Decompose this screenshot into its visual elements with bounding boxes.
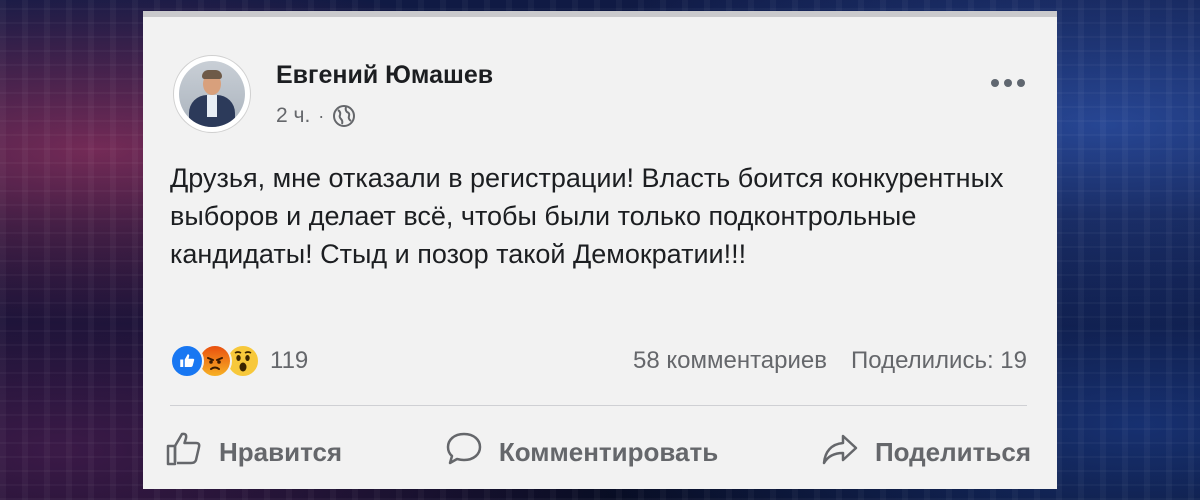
comment-count[interactable]: 58 комментариев [633, 347, 827, 375]
share-button-label: Поделиться [874, 436, 1031, 467]
post-meta: 2 ч. · [276, 104, 356, 128]
comment-bubble-icon [443, 428, 485, 477]
thumbs-up-icon [163, 428, 205, 477]
post-timestamp[interactable]: 2 ч. [276, 104, 310, 128]
comment-button[interactable]: Комментировать [443, 428, 718, 477]
meta-separator: · [318, 105, 325, 126]
more-options-icon[interactable] [991, 77, 1029, 89]
divider [170, 405, 1027, 406]
like-button-label: Нравится [219, 436, 343, 467]
globe-icon [332, 104, 356, 128]
share-arrow-icon [819, 428, 861, 477]
reactions-summary[interactable]: 119 [170, 343, 308, 379]
avatar[interactable] [173, 55, 251, 133]
engagement-stats: 58 комментариев Поделились: 19 [633, 347, 1027, 375]
like-icon [170, 344, 204, 378]
share-button[interactable]: Поделиться [819, 428, 1031, 477]
avatar-photo [179, 61, 245, 127]
comment-button-label: Комментировать [498, 436, 719, 467]
reaction-count[interactable]: 119 [270, 347, 308, 375]
action-bar: Нравится Комментировать Поделиться [163, 427, 1031, 477]
post-card: Евгений Юмашев 2 ч. · Друзья, мне отказа… [143, 11, 1057, 489]
like-button[interactable]: Нравится [163, 428, 342, 477]
post-text: Друзья, мне отказали в регистрации! Влас… [170, 163, 1004, 269]
share-count[interactable]: Поделились: 19 [851, 347, 1027, 375]
author-name[interactable]: Евгений Юмашев [276, 61, 493, 90]
